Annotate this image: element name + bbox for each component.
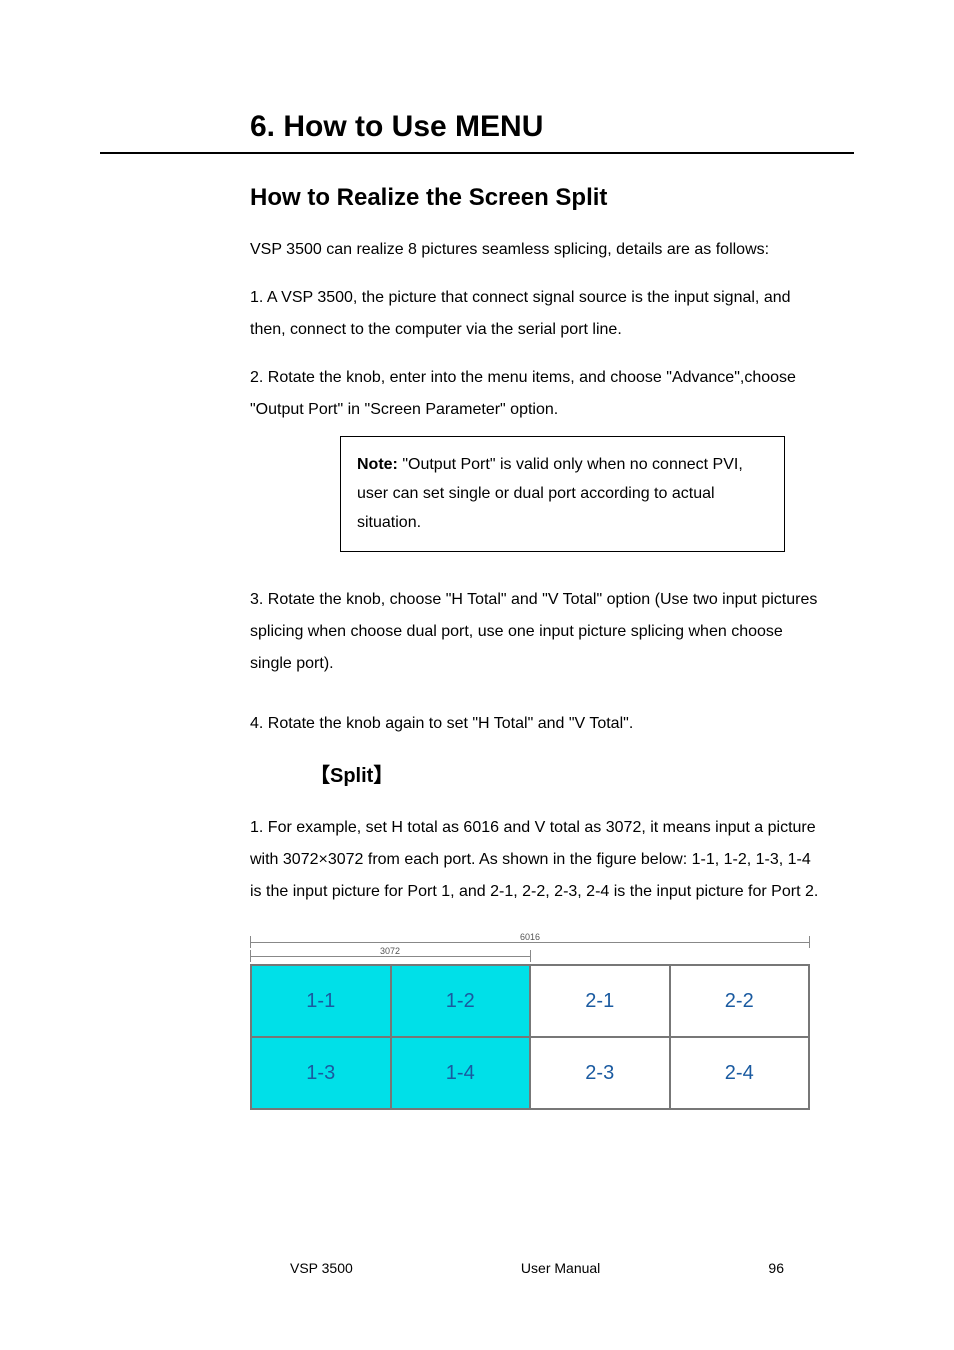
note-box: Note: "Output Port" is valid only when n…	[340, 436, 785, 552]
footer-left: VSP 3500	[290, 1260, 353, 1276]
grid-cell: 1-3	[251, 1037, 391, 1109]
step-2-paragraph: 2. Rotate the knob, enter into the menu …	[250, 362, 824, 426]
grid-cell: 2-4	[670, 1037, 810, 1109]
grid-cell: 1-2	[391, 965, 531, 1037]
split-heading: 【Split】	[310, 765, 393, 787]
page-footer: VSP 3500 User Manual 96	[100, 1260, 854, 1276]
footer-mid: User Manual	[521, 1260, 600, 1276]
grid-cell: 2-2	[670, 965, 810, 1037]
split-diagram: 6016 3072 1-1 1-2 2-1 2-2 1-3 1-4 2-3 2-…	[250, 936, 810, 1110]
grid-cell: 1-1	[251, 965, 391, 1037]
note-label: Note:	[357, 456, 402, 473]
split-grid: 1-1 1-2 2-1 2-2 1-3 1-4 2-3 2-4	[250, 964, 810, 1110]
intro-paragraph-1: VSP 3500 can realize 8 pictures seamless…	[250, 234, 824, 266]
footer-right: 96	[768, 1260, 784, 1276]
intro-paragraph-2: 1. A VSP 3500, the picture that connect …	[250, 282, 824, 346]
dim-top-label: 6016	[520, 932, 540, 942]
grid-cell: 2-3	[530, 1037, 670, 1109]
note-text: "Output Port" is valid only when no conn…	[357, 456, 743, 531]
grid-cell: 2-1	[530, 965, 670, 1037]
grid-cell: 1-4	[391, 1037, 531, 1109]
horizontal-rule	[100, 152, 854, 154]
dim-mid-label: 3072	[380, 946, 400, 956]
split-description: 1. For example, set H total as 6016 and …	[250, 812, 824, 908]
step-3-paragraph: 3. Rotate the knob, choose "H Total" and…	[250, 584, 824, 680]
subsection-heading: How to Realize the Screen Split	[250, 184, 854, 212]
section-title: 6. How to Use MENU	[250, 110, 854, 144]
step-4-paragraph: 4. Rotate the knob again to set "H Total…	[250, 708, 824, 740]
